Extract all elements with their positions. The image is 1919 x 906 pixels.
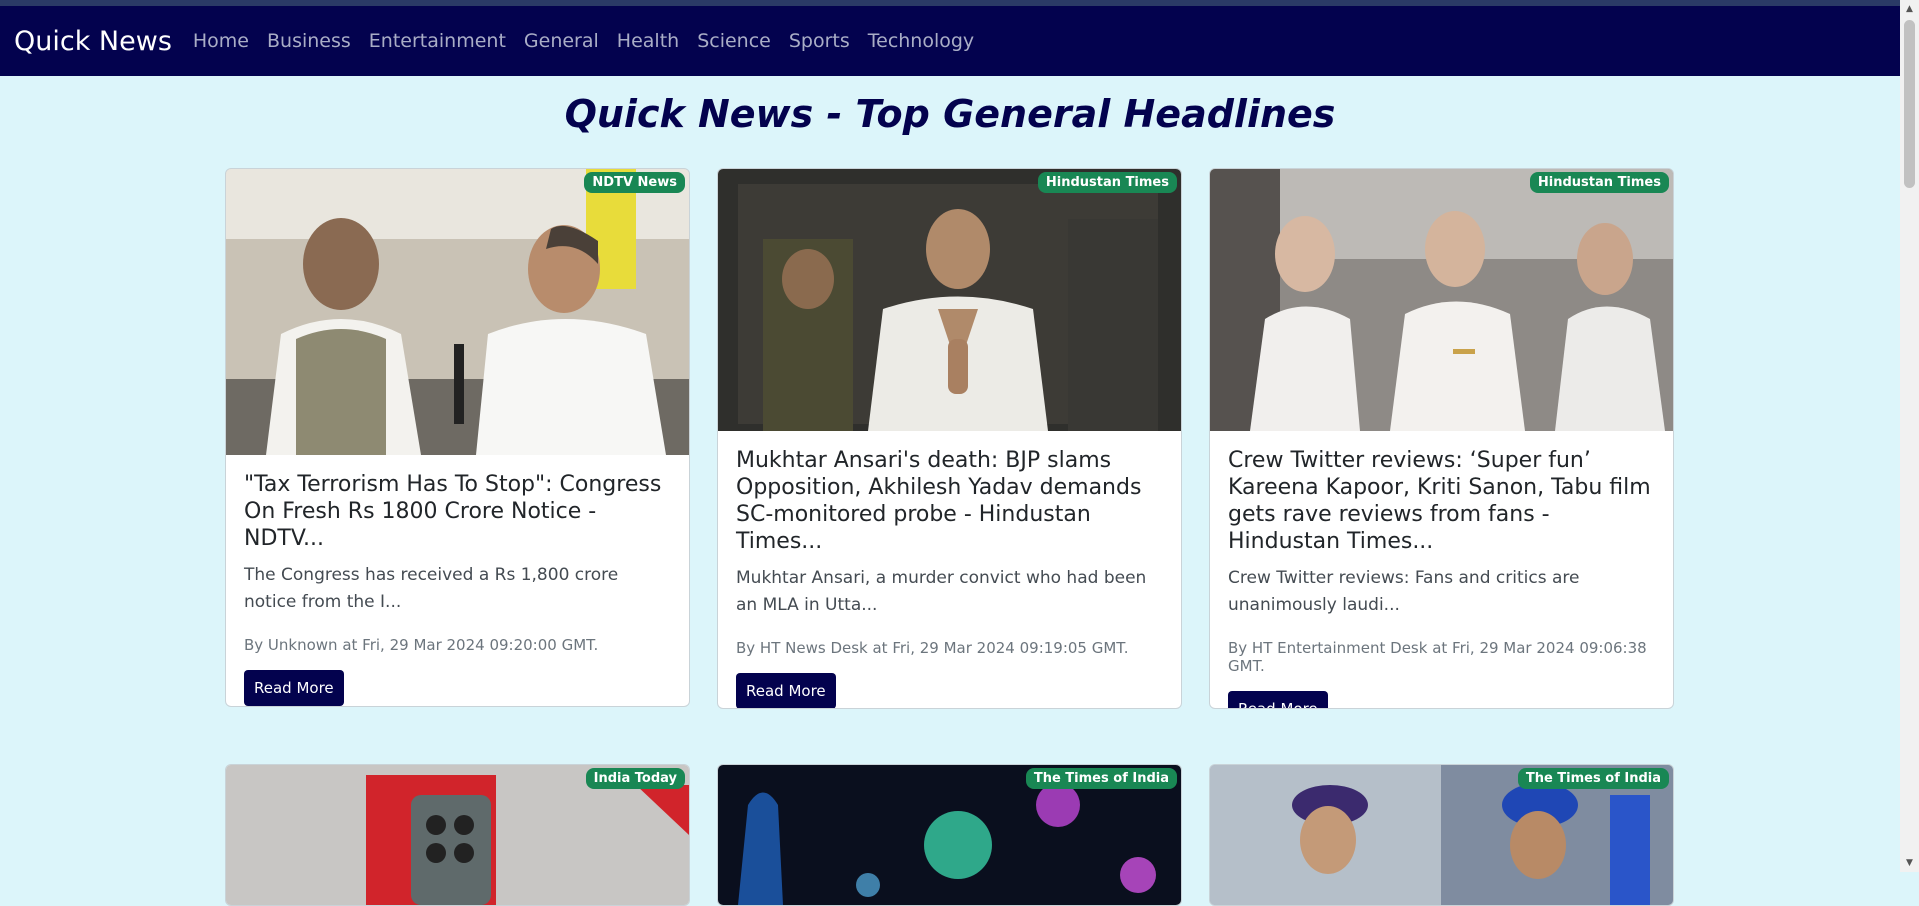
news-photo-film-still bbox=[1210, 169, 1673, 431]
page-title: Quick News - Top General Headlines bbox=[564, 92, 1336, 136]
news-photo-man-folded-hands bbox=[718, 169, 1181, 431]
nav-link-home[interactable]: Home bbox=[193, 30, 249, 52]
news-card: India Today bbox=[225, 764, 690, 906]
news-image: NDTV News bbox=[226, 169, 689, 455]
nav-link-sports[interactable]: Sports bbox=[789, 30, 850, 52]
read-more-button[interactable]: Read More bbox=[1228, 691, 1328, 708]
read-more-button[interactable]: Read More bbox=[244, 670, 344, 706]
source-badge: India Today bbox=[585, 768, 685, 789]
brand-logo-link[interactable]: Quick News bbox=[14, 26, 172, 57]
news-description: Crew Twitter reviews: Fans and critics a… bbox=[1228, 568, 1580, 615]
news-image: The Times of India bbox=[718, 765, 1181, 905]
news-card: The Times of India bbox=[1209, 764, 1674, 906]
news-title: Crew Twitter reviews: ‘Super fun’ Kareen… bbox=[1228, 448, 1651, 554]
news-description: The Congress has received a Rs 1,800 cro… bbox=[244, 565, 619, 612]
source-badge: The Times of India bbox=[1517, 768, 1669, 789]
news-card: Hindustan Times Crew Twitter reviews: ‘S… bbox=[1209, 168, 1674, 709]
nav-link-technology[interactable]: Technology bbox=[868, 30, 974, 52]
read-more-button[interactable]: Read More bbox=[736, 673, 836, 708]
source-badge: NDTV News bbox=[584, 172, 685, 193]
news-title: Mukhtar Ansari's death: BJP slams Opposi… bbox=[736, 448, 1142, 554]
nav-link-business[interactable]: Business bbox=[267, 30, 351, 52]
news-card: NDTV News "Tax Terrorism Has To Stop": C… bbox=[225, 168, 690, 707]
source-badge: Hindustan Times bbox=[1037, 172, 1177, 193]
source-badge: The Times of India bbox=[1025, 768, 1177, 789]
nav-link-health[interactable]: Health bbox=[617, 30, 679, 52]
scroll-up-arrow-icon[interactable]: ▲ bbox=[1903, 2, 1916, 16]
news-author-date: By HT Entertainment Desk at Fri, 29 Mar … bbox=[1228, 639, 1647, 675]
news-author-date: By Unknown at Fri, 29 Mar 2024 09:20:00 … bbox=[244, 636, 599, 654]
news-description: Mukhtar Ansari, a murder convict who had… bbox=[736, 568, 1147, 615]
scrollbar-thumb[interactable] bbox=[1904, 20, 1915, 188]
news-card: Hindustan Times Mukhtar Ansari's death: … bbox=[717, 168, 1182, 709]
news-image: India Today bbox=[226, 765, 689, 905]
news-image: Hindustan Times bbox=[718, 169, 1181, 431]
navbar: Quick News Home Business Entertainment G… bbox=[0, 6, 1900, 76]
nav-link-general[interactable]: General bbox=[524, 30, 599, 52]
news-photo-politicians bbox=[226, 169, 689, 455]
scroll-down-arrow-icon[interactable]: ▼ bbox=[1903, 856, 1916, 870]
news-author-date: By HT News Desk at Fri, 29 Mar 2024 09:1… bbox=[736, 639, 1129, 657]
news-card: The Times of India bbox=[717, 764, 1182, 906]
news-title: "Tax Terrorism Has To Stop": Congress On… bbox=[244, 472, 662, 551]
news-image: The Times of India bbox=[1210, 765, 1673, 905]
nav-link-entertainment[interactable]: Entertainment bbox=[369, 30, 506, 52]
source-badge: Hindustan Times bbox=[1529, 172, 1669, 193]
news-image: Hindustan Times bbox=[1210, 169, 1673, 431]
nav-link-science[interactable]: Science bbox=[697, 30, 771, 52]
